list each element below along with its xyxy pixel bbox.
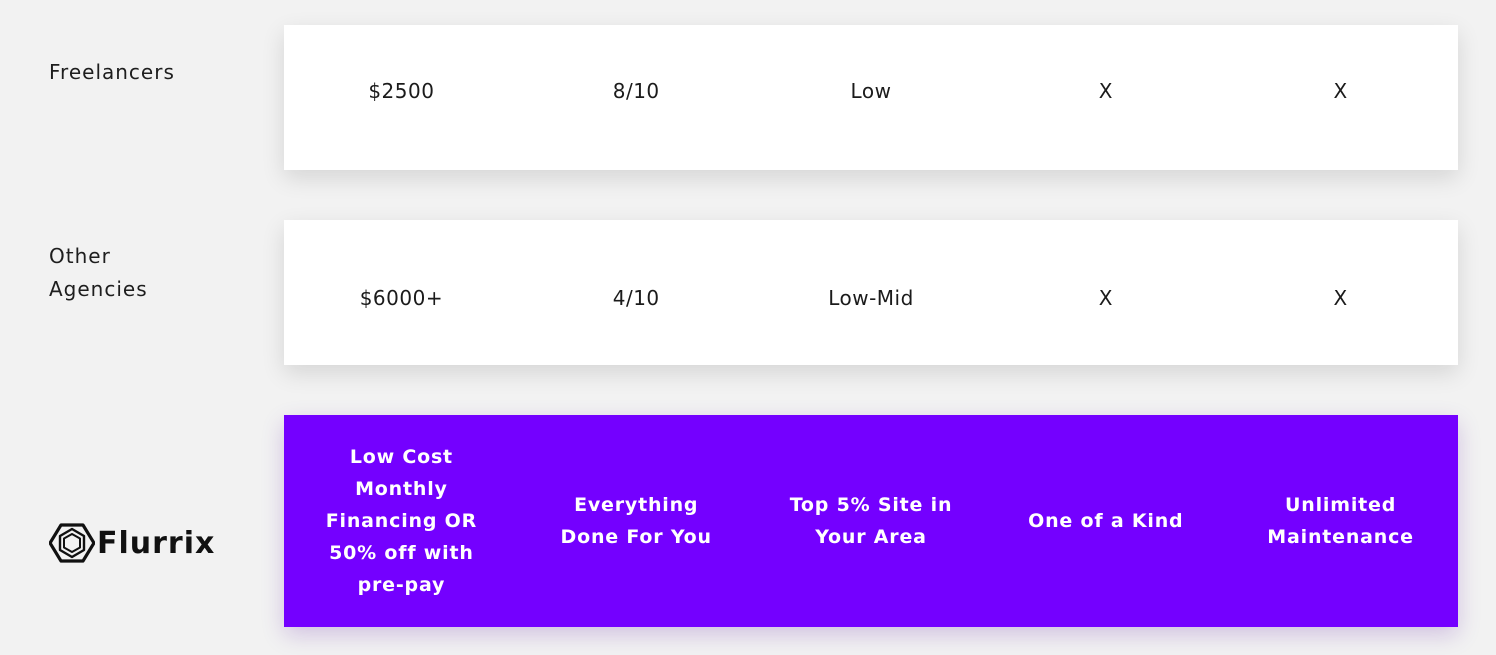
score-cell: Everything Done For You: [519, 415, 754, 627]
unique-value: X: [1098, 285, 1113, 310]
maintenance-line: Maintenance: [1267, 526, 1414, 548]
comparison-row-flurrix: Low Cost Monthly Financing OR 50% off wi…: [284, 415, 1458, 627]
score-cell: 4/10: [519, 220, 754, 365]
price-line: Low Cost: [349, 446, 453, 468]
quality-value: Low: [850, 78, 892, 103]
hexagon-logo-icon: [49, 523, 95, 563]
price-value: $6000+: [359, 285, 444, 310]
row-label-line: Other: [49, 244, 111, 268]
row-label-line: Agencies: [49, 277, 148, 301]
row-label-freelancers: Freelancers: [49, 56, 249, 89]
score-cell: 8/10: [519, 25, 754, 170]
price-cell: Low Cost Monthly Financing OR 50% off wi…: [284, 415, 519, 627]
price-line: Financing OR: [325, 510, 478, 532]
maintenance-line: Unlimited: [1285, 494, 1397, 516]
comparison-row-freelancers: $2500 8/10 Low X X: [284, 25, 1458, 170]
unique-line: One of a Kind: [1028, 510, 1184, 532]
quality-cell: Top 5% Site in Your Area: [754, 415, 989, 627]
score-value: 8/10: [612, 78, 660, 103]
quality-cell: Low: [754, 25, 989, 170]
price-cell: $6000+: [284, 220, 519, 365]
price-line: Monthly: [355, 478, 448, 500]
score-line: Everything: [574, 494, 699, 516]
maintenance-value: X: [1333, 285, 1348, 310]
brand-logo: Flurrix: [49, 518, 215, 568]
price-line: 50% off with: [329, 542, 474, 564]
quality-line: Top 5% Site in: [789, 494, 953, 516]
quality-cell: Low-Mid: [754, 220, 989, 365]
score-line: Done For You: [560, 526, 712, 548]
price-line: pre-pay: [357, 574, 446, 596]
price-cell: $2500: [284, 25, 519, 170]
maintenance-cell: X: [1223, 220, 1458, 365]
row-label-text: Freelancers: [49, 60, 175, 84]
unique-value: X: [1098, 78, 1113, 103]
unique-cell: One of a Kind: [988, 415, 1223, 627]
maintenance-cell: Unlimited Maintenance: [1223, 415, 1458, 627]
price-value: $2500: [368, 78, 435, 103]
row-label-other-agencies: Other Agencies: [49, 240, 249, 306]
quality-value: Low-Mid: [828, 285, 914, 310]
quality-line: Your Area: [815, 526, 927, 548]
maintenance-cell: X: [1223, 25, 1458, 170]
maintenance-value: X: [1333, 78, 1348, 103]
unique-cell: X: [988, 25, 1223, 170]
unique-cell: X: [988, 220, 1223, 365]
brand-name: Flurrix: [97, 525, 216, 561]
score-value: 4/10: [612, 285, 660, 310]
comparison-row-other-agencies: $6000+ 4/10 Low-Mid X X: [284, 220, 1458, 365]
